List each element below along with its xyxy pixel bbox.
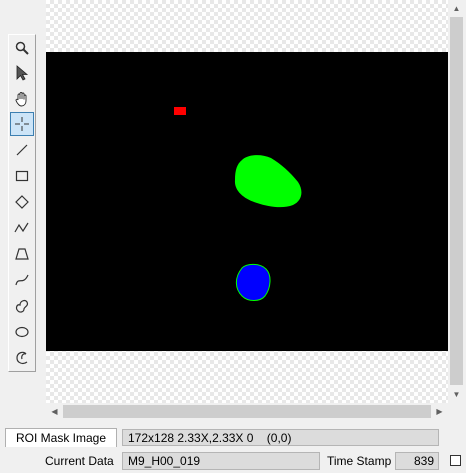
lasso-tool-icon[interactable] [10,346,34,370]
rectangle-tool-icon[interactable] [10,164,34,188]
current-data-label: Current Data [45,454,114,468]
tool-palette [8,34,36,372]
polyline-tool-icon[interactable] [10,216,34,240]
time-stamp-field: 839 [395,452,439,470]
roi-red-region [174,107,186,115]
vertical-scrollbar[interactable]: ▲ ▼ [448,0,465,403]
image-info-field: 172x128 2.33X,2.33X 0 (0,0) [122,429,439,446]
roi-mask-image[interactable] [46,52,448,351]
pointer-arrow-icon[interactable] [10,61,34,85]
diamond-tool-icon[interactable] [10,190,34,214]
image-viewport[interactable] [46,0,448,403]
curve-tool-icon[interactable] [10,268,34,292]
closed-curve-tool-icon[interactable] [10,294,34,318]
tab-roi-mask-image[interactable]: ROI Mask Image [5,428,117,447]
horizontal-scroll-thumb[interactable] [63,405,431,418]
scroll-down-arrow-icon[interactable]: ▼ [448,386,465,403]
current-data-field: M9_H00_019 [122,452,320,470]
time-stamp-label: Time Stamp [327,454,392,468]
scroll-up-arrow-icon[interactable]: ▲ [448,0,465,17]
vertical-scroll-thumb[interactable] [450,17,463,385]
line-tool-icon[interactable] [10,138,34,162]
scroll-left-arrow-icon[interactable]: ◀ [46,403,63,420]
polygon-tool-icon[interactable] [10,242,34,266]
hand-pan-icon[interactable] [10,87,34,111]
time-stamp-checkbox[interactable] [450,455,461,466]
zoom-icon[interactable] [10,36,34,60]
ellipse-tool-icon[interactable] [10,320,34,344]
crosshair-icon[interactable] [10,112,34,136]
roi-blue-region [235,263,271,301]
horizontal-scrollbar[interactable]: ◀ ▶ [46,403,448,420]
roi-green-region [234,155,302,208]
scroll-right-arrow-icon[interactable]: ▶ [431,403,448,420]
